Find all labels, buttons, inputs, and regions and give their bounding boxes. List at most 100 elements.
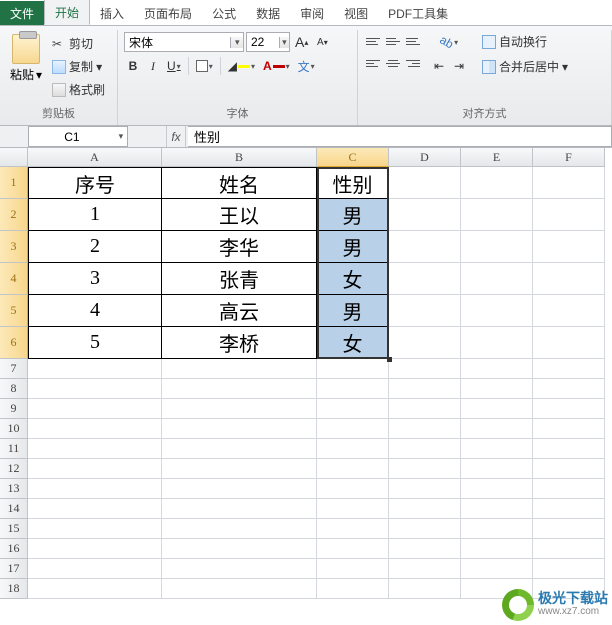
- phonetic-button[interactable]: 文▾: [295, 56, 318, 76]
- cell-B17[interactable]: [162, 559, 317, 579]
- cell-B5[interactable]: 高云: [162, 295, 317, 327]
- cell-F12[interactable]: [533, 459, 605, 479]
- row-header-1[interactable]: 1: [0, 167, 28, 199]
- cell-E17[interactable]: [461, 559, 533, 579]
- row-header-2[interactable]: 2: [0, 199, 28, 231]
- font-color-button[interactable]: A▾: [260, 56, 293, 76]
- cell-C13[interactable]: [317, 479, 389, 499]
- cell-A11[interactable]: [28, 439, 162, 459]
- select-all-corner[interactable]: [0, 148, 28, 167]
- align-center[interactable]: [384, 54, 402, 72]
- cell-B11[interactable]: [162, 439, 317, 459]
- row-header-16[interactable]: 16: [0, 539, 28, 559]
- fx-icon[interactable]: fx: [166, 126, 186, 147]
- cell-B13[interactable]: [162, 479, 317, 499]
- tab-页面布局[interactable]: 页面布局: [134, 1, 202, 25]
- cell-F2[interactable]: [533, 199, 605, 231]
- cell-D10[interactable]: [389, 419, 461, 439]
- col-header-C[interactable]: C: [317, 148, 389, 167]
- indent-increase-button[interactable]: ⇥: [450, 56, 468, 76]
- cell-D9[interactable]: [389, 399, 461, 419]
- cell-C10[interactable]: [317, 419, 389, 439]
- cell-D1[interactable]: [389, 167, 461, 199]
- cell-A4[interactable]: 3: [28, 263, 162, 295]
- cell-F4[interactable]: [533, 263, 605, 295]
- tab-插入[interactable]: 插入: [90, 1, 134, 25]
- italic-button[interactable]: I: [144, 56, 162, 76]
- cell-B10[interactable]: [162, 419, 317, 439]
- row-header-13[interactable]: 13: [0, 479, 28, 499]
- chevron-down-icon[interactable]: ▾: [115, 131, 127, 142]
- tab-file[interactable]: 文件: [0, 1, 44, 25]
- cell-B15[interactable]: [162, 519, 317, 539]
- cell-B9[interactable]: [162, 399, 317, 419]
- cell-C6[interactable]: 女: [317, 327, 389, 359]
- cell-A15[interactable]: [28, 519, 162, 539]
- cell-E1[interactable]: [461, 167, 533, 199]
- fill-color-button[interactable]: ◢▾: [225, 56, 258, 76]
- cell-A9[interactable]: [28, 399, 162, 419]
- cell-D7[interactable]: [389, 359, 461, 379]
- cell-C18[interactable]: [317, 579, 389, 599]
- cell-C9[interactable]: [317, 399, 389, 419]
- cell-B16[interactable]: [162, 539, 317, 559]
- col-header-B[interactable]: B: [162, 148, 317, 167]
- cut-button[interactable]: ✂剪切: [50, 34, 107, 53]
- cell-E10[interactable]: [461, 419, 533, 439]
- cell-D6[interactable]: [389, 327, 461, 359]
- row-header-3[interactable]: 3: [0, 231, 28, 263]
- row-header-17[interactable]: 17: [0, 559, 28, 579]
- cell-E3[interactable]: [461, 231, 533, 263]
- cell-E13[interactable]: [461, 479, 533, 499]
- cell-E12[interactable]: [461, 459, 533, 479]
- cell-E9[interactable]: [461, 399, 533, 419]
- row-header-18[interactable]: 18: [0, 579, 28, 599]
- cell-F8[interactable]: [533, 379, 605, 399]
- bold-button[interactable]: B: [124, 56, 142, 76]
- tab-公式[interactable]: 公式: [202, 1, 246, 25]
- cell-D4[interactable]: [389, 263, 461, 295]
- indent-decrease-button[interactable]: ⇤: [430, 56, 448, 76]
- tab-数据[interactable]: 数据: [246, 1, 290, 25]
- cell-E5[interactable]: [461, 295, 533, 327]
- cell-E6[interactable]: [461, 327, 533, 359]
- row-header-4[interactable]: 4: [0, 263, 28, 295]
- cell-E7[interactable]: [461, 359, 533, 379]
- chevron-down-icon[interactable]: ▾: [230, 37, 243, 48]
- cell-E8[interactable]: [461, 379, 533, 399]
- font-name-combo[interactable]: ▾: [124, 32, 244, 52]
- cell-C16[interactable]: [317, 539, 389, 559]
- cell-C3[interactable]: 男: [317, 231, 389, 263]
- cell-C8[interactable]: [317, 379, 389, 399]
- paste-button[interactable]: 粘贴▾: [6, 32, 46, 85]
- worksheet[interactable]: ABCDEF 123456789101112131415161718 序号姓名性…: [0, 148, 612, 622]
- cell-D16[interactable]: [389, 539, 461, 559]
- cell-F5[interactable]: [533, 295, 605, 327]
- cell-D11[interactable]: [389, 439, 461, 459]
- cell-D12[interactable]: [389, 459, 461, 479]
- cell-B4[interactable]: 张青: [162, 263, 317, 295]
- cell-F10[interactable]: [533, 419, 605, 439]
- row-header-5[interactable]: 5: [0, 295, 28, 327]
- col-header-D[interactable]: D: [389, 148, 461, 167]
- cell-A10[interactable]: [28, 419, 162, 439]
- cell-F9[interactable]: [533, 399, 605, 419]
- copy-button[interactable]: 复制▾: [50, 57, 107, 76]
- cell-F1[interactable]: [533, 167, 605, 199]
- tab-审阅[interactable]: 审阅: [290, 1, 334, 25]
- cell-B1[interactable]: 姓名: [162, 167, 317, 199]
- cell-B18[interactable]: [162, 579, 317, 599]
- row-header-8[interactable]: 8: [0, 379, 28, 399]
- row-header-10[interactable]: 10: [0, 419, 28, 439]
- cell-A8[interactable]: [28, 379, 162, 399]
- col-header-A[interactable]: A: [28, 148, 162, 167]
- cell-C4[interactable]: 女: [317, 263, 389, 295]
- row-header-14[interactable]: 14: [0, 499, 28, 519]
- row-header-9[interactable]: 9: [0, 399, 28, 419]
- cell-E4[interactable]: [461, 263, 533, 295]
- cell-C12[interactable]: [317, 459, 389, 479]
- tab-PDF工具集[interactable]: PDF工具集: [378, 1, 458, 25]
- cell-B14[interactable]: [162, 499, 317, 519]
- row-header-15[interactable]: 15: [0, 519, 28, 539]
- font-size-input[interactable]: [247, 35, 279, 49]
